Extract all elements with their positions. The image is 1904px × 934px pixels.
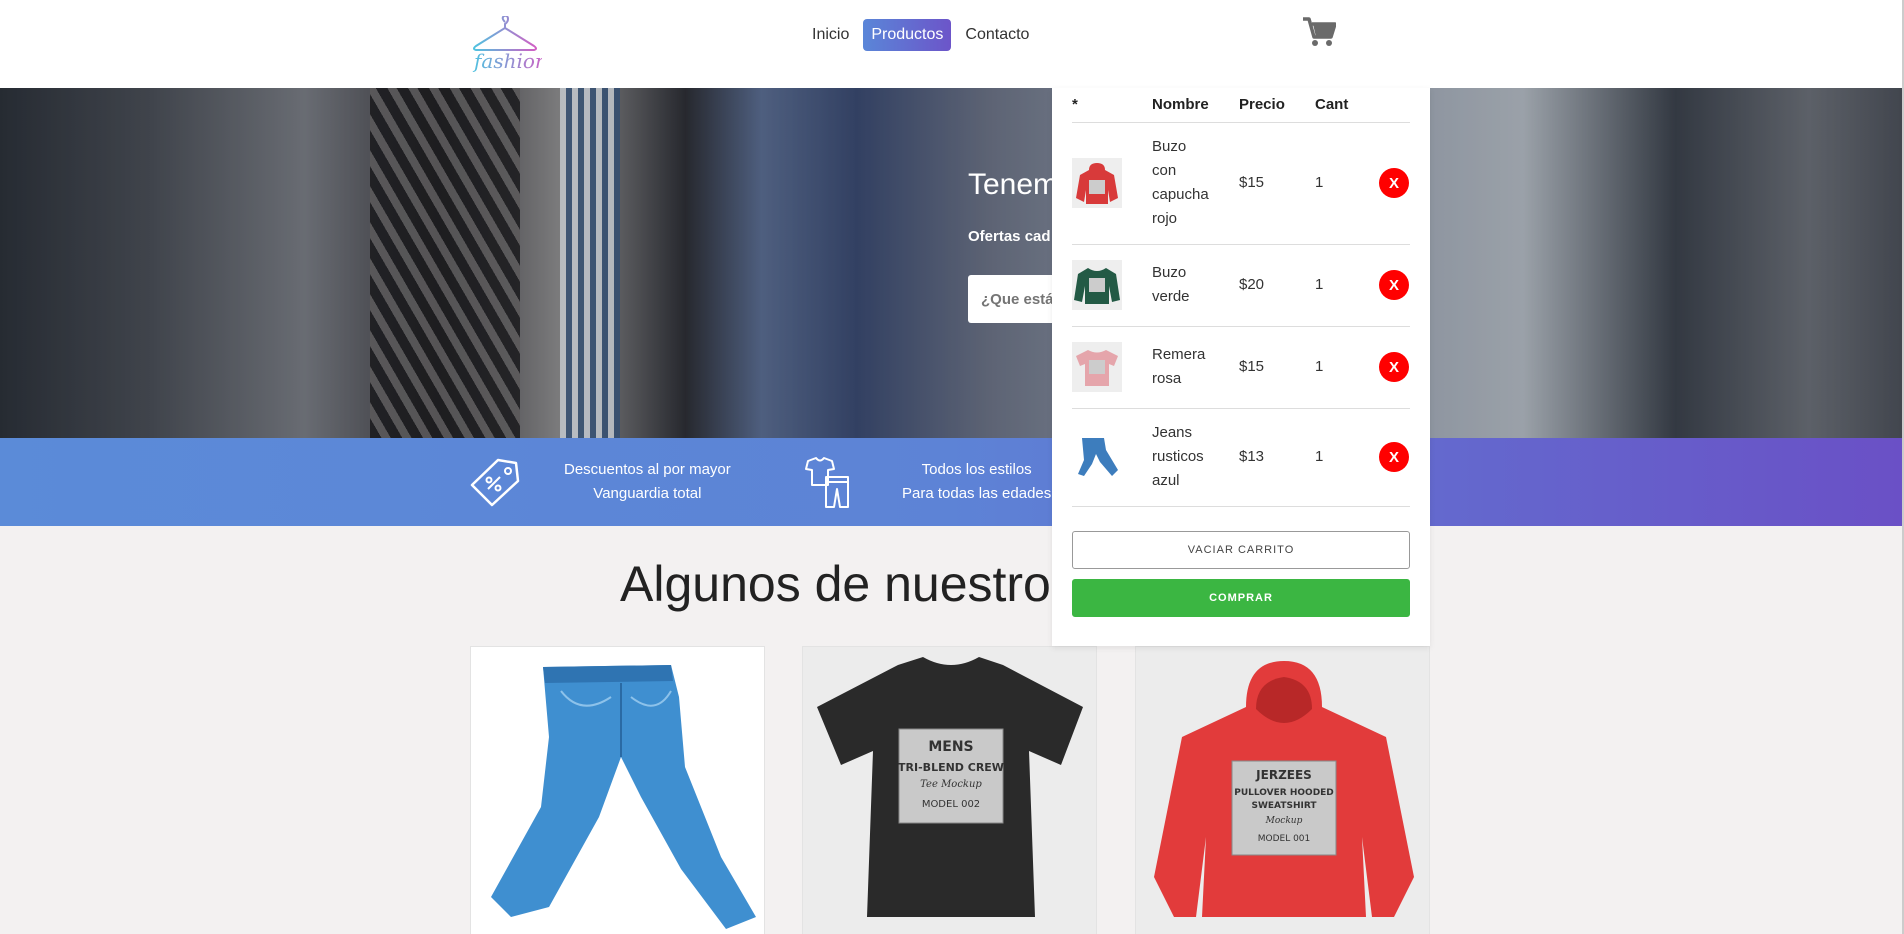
cart-item-price: $13 xyxy=(1239,408,1315,507)
cart-icon[interactable] xyxy=(1302,16,1337,48)
cart-row: Remera rosa $15 1 X xyxy=(1072,326,1410,409)
cart-item-name: Buzo con capucha rojo xyxy=(1152,122,1239,245)
features-band: Descuentos al por mayor Vanguardia total… xyxy=(0,438,1904,526)
cart-item-name-line: verde xyxy=(1152,288,1190,305)
pink-tshirt-thumbnail xyxy=(1072,342,1122,392)
tshirt-print-line: MODEL 002 xyxy=(922,799,980,810)
tshirt-print-line: TRI-BLEND CREW xyxy=(898,761,1004,774)
tshirt-print-line: Tee Mockup xyxy=(920,779,982,790)
main-nav: Inicio Productos Contacto xyxy=(804,19,1043,51)
cart-item-name-line: azul xyxy=(1152,472,1180,489)
hoodie-print-line: JERZEES xyxy=(1255,768,1312,782)
cart-item-name-line: Jeans xyxy=(1152,424,1193,441)
cart-dropdown: * Nombre Precio Cant Buzo con capucha ro… xyxy=(1052,88,1430,646)
feature-line: Todos los estilos xyxy=(921,461,1032,478)
feature-line: Para todas las edades xyxy=(902,485,1052,502)
feature-line: Vanguardia total xyxy=(593,485,702,502)
hero-banner: Tenem Ofertas cad xyxy=(0,88,1904,438)
cart-item-name-line: con xyxy=(1152,162,1177,179)
hoodie-print-line: PULLOVER HOODED xyxy=(1234,788,1334,798)
cart-item-name-line: Remera xyxy=(1152,346,1206,363)
cart-item-name-line: Buzo xyxy=(1152,138,1187,155)
product-card-hoodie[interactable]: JERZEES PULLOVER HOODED SWEATSHIRT Mocku… xyxy=(1135,646,1430,934)
cart-header-actions xyxy=(1379,88,1410,123)
hero-overlay xyxy=(0,88,1904,438)
product-card-tshirt[interactable]: MENS TRI-BLEND CREW Tee Mockup MODEL 002 xyxy=(802,646,1097,934)
hoodie-print-line: MODEL 001 xyxy=(1258,834,1311,844)
cart-item-price: $20 xyxy=(1239,244,1315,327)
blue-jeans-thumbnail xyxy=(1072,432,1122,482)
cart-item-price: $15 xyxy=(1239,122,1315,245)
price-tag-icon xyxy=(470,458,520,507)
nav-contacto[interactable]: Contacto xyxy=(957,19,1037,51)
cart-row: Buzo con capucha rojo $15 1 X xyxy=(1072,122,1410,245)
hero-subtitle: Ofertas cad xyxy=(968,228,1051,245)
cart-table: * Nombre Precio Cant Buzo con capucha ro… xyxy=(1072,88,1410,507)
cart-item-qty: 1 xyxy=(1315,326,1379,409)
product-card-jeans[interactable] xyxy=(470,646,765,934)
cart-item-name-line: rojo xyxy=(1152,210,1178,227)
feature-discounts: Descuentos al por mayor Vanguardia total xyxy=(468,438,731,526)
cart-item-name-line: rosa xyxy=(1152,370,1182,387)
cart-header-qty: Cant xyxy=(1315,88,1379,123)
cart-item-name-line: rusticos xyxy=(1152,448,1204,465)
cart-item-name: Remera rosa xyxy=(1152,326,1239,409)
hero-title: Tenem xyxy=(968,168,1059,201)
cart-header-price: Precio xyxy=(1239,88,1315,123)
cart-header-name: Nombre xyxy=(1152,88,1239,123)
remove-item-button[interactable]: X xyxy=(1379,270,1409,300)
nav-inicio[interactable]: Inicio xyxy=(804,19,857,51)
red-hoodie-thumbnail xyxy=(1072,158,1122,208)
hoodie-print-line: Mockup xyxy=(1265,816,1303,826)
clothes-icon xyxy=(805,457,849,508)
tshirt-print-line: MENS xyxy=(928,739,973,755)
hanger-logo-icon: fashion xyxy=(472,14,548,73)
cart-row: Buzo verde $20 1 X xyxy=(1072,244,1410,327)
cart-item-name: Jeans rusticos azul xyxy=(1152,408,1239,507)
hoodie-image: JERZEES PULLOVER HOODED SWEATSHIRT Mocku… xyxy=(1154,661,1414,917)
feature-line: Descuentos al por mayor xyxy=(564,461,731,478)
empty-cart-button[interactable]: VACIAR CARRITO xyxy=(1072,530,1410,569)
cart-item-name-line: Buzo xyxy=(1152,264,1187,281)
remove-item-button[interactable]: X xyxy=(1379,168,1409,198)
tshirt-image: MENS TRI-BLEND CREW Tee Mockup MODEL 002 xyxy=(817,657,1083,917)
jeans-image xyxy=(491,665,756,929)
logo-wordmark: fashion xyxy=(472,49,542,73)
cart-item-qty: 1 xyxy=(1315,244,1379,327)
cart-item-qty: 1 xyxy=(1315,122,1379,245)
green-sweatshirt-thumbnail xyxy=(1072,260,1122,310)
hoodie-print-line: SWEATSHIRT xyxy=(1252,801,1318,811)
buy-button[interactable]: COMPRAR xyxy=(1072,578,1410,617)
site-header: fashion Inicio Productos Contacto xyxy=(0,0,1904,88)
cart-item-name: Buzo verde xyxy=(1152,244,1239,327)
section-title: Algunos de nuestros xyxy=(620,556,1076,612)
remove-item-button[interactable]: X xyxy=(1379,442,1409,472)
cart-header-image: * xyxy=(1072,88,1152,123)
cart-item-qty: 1 xyxy=(1315,408,1379,507)
remove-item-button[interactable]: X xyxy=(1379,352,1409,382)
cart-item-name-line: capucha xyxy=(1152,186,1209,203)
fashion-logo[interactable]: fashion xyxy=(468,14,548,76)
cart-row: Jeans rusticos azul $13 1 X xyxy=(1072,408,1410,507)
nav-productos[interactable]: Productos xyxy=(863,19,952,51)
feature-styles: Todos los estilos Para todas las edades xyxy=(800,438,1051,526)
cart-item-price: $15 xyxy=(1239,326,1315,409)
cart-header-row: * Nombre Precio Cant xyxy=(1072,88,1410,123)
